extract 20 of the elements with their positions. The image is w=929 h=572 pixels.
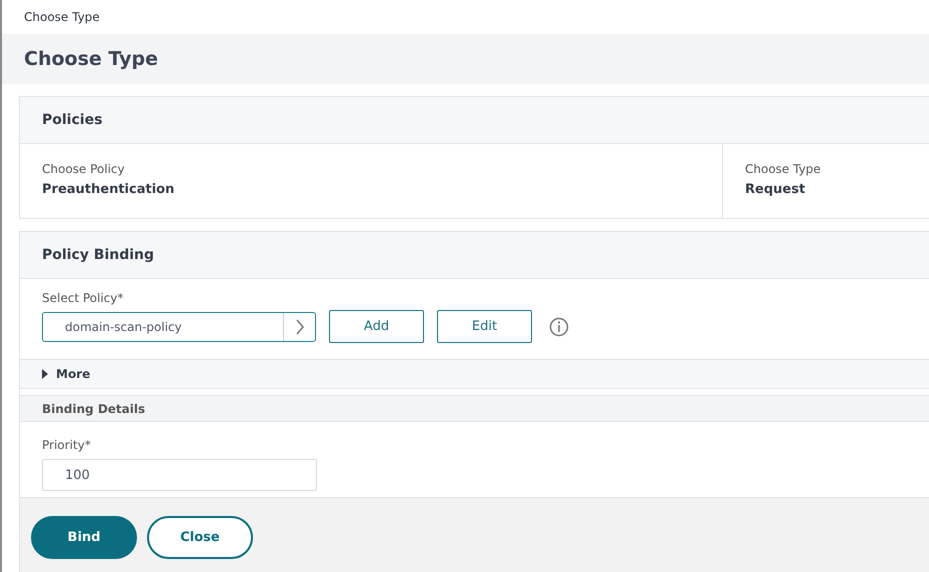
bind-button[interactable]: Bind: [31, 516, 137, 558]
section-heading: Binding Details: [42, 402, 146, 416]
field-label: Select Policy*: [42, 291, 124, 305]
chevron-right-icon: [294, 318, 304, 334]
field-label: Choose Type: [745, 162, 821, 176]
action-button[interactable]: Edit: [437, 310, 532, 343]
more-toggle[interactable]: More: [20, 359, 929, 389]
page-title: Choose Type: [24, 48, 158, 70]
section-heading: Policies: [42, 112, 102, 128]
policy-select[interactable]: domain-scan-policy: [42, 312, 316, 342]
field-value: Request: [745, 182, 806, 197]
action-button[interactable]: Add: [329, 310, 424, 343]
info-icon[interactable]: [549, 316, 569, 336]
field-value: Preauthentication: [42, 182, 176, 197]
section-heading: Policy Binding: [42, 247, 154, 263]
breadcrumb[interactable]: Choose Type: [24, 10, 100, 24]
close-button[interactable]: Close: [147, 516, 253, 558]
field-label: Priority*: [42, 438, 91, 452]
priority-field[interactable]: 100: [42, 459, 317, 491]
field-label: Choose Policy: [42, 162, 126, 176]
